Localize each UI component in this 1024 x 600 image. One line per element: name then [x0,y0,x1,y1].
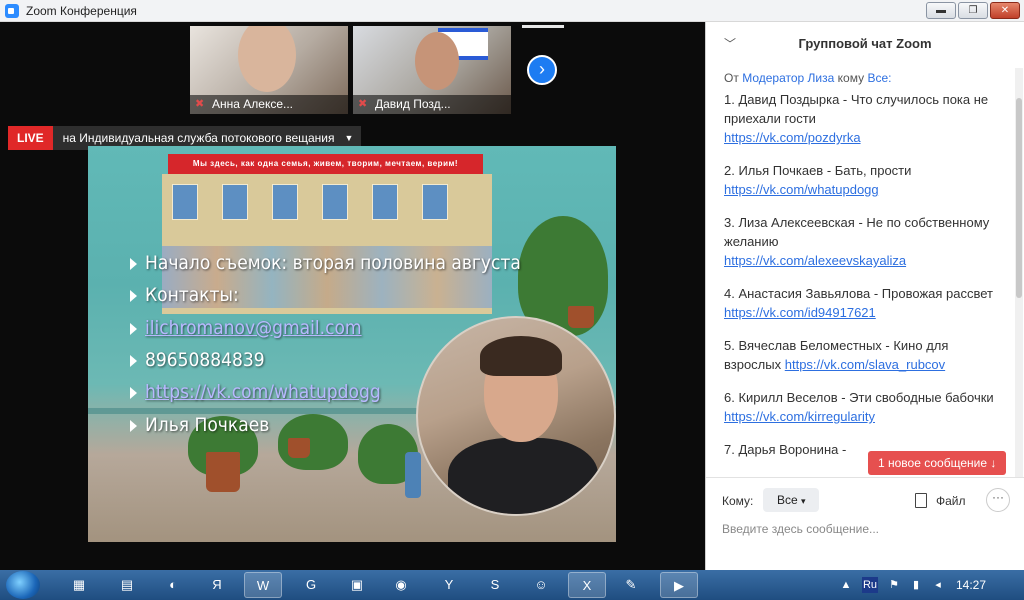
clock[interactable]: 14:27 [956,578,986,592]
start-button[interactable] [6,571,40,599]
participant-name: Анна Алексе... [212,97,294,111]
mic-muted-icon: ✖ [195,98,205,110]
participant-namebar: ✖ Давид Позд... [353,95,511,114]
file-button[interactable]: Файл [936,494,966,508]
stream-banner: Мы здесь, как одна семья, живем, творим,… [168,154,483,174]
list-item: 4. Анастасия Завьялова - Провожая рассве… [724,286,993,320]
minimize-button[interactable]: ▬ [926,2,956,19]
chat-panel: ﹀ Групповой чат Zoom От Модератор Лиза к… [705,22,1024,570]
stream-text-line: Илья Почкаев [130,414,269,436]
windows-taskbar: ▦ ▤ ◐ Я W G ▣ ◉ Y S ☺ X ✎ ▶ ▲ Ru ⚑ ▮ ◂ 1… [0,570,1024,600]
zoom-app-icon [5,4,19,18]
flag-icon[interactable]: ⚑ [886,577,902,593]
message-link[interactable]: https://vk.com/id94917621 [724,305,876,320]
mic-muted-icon: ✖ [358,98,368,110]
message-link[interactable]: https://vk.com/kirregularity [724,409,875,424]
chevron-down-icon: ▾ [801,496,806,506]
video-area: ✖ Анна Алексе... ✖ Давид Позд... › LIVE … [0,22,705,570]
chat-title: Групповой чат Zoom [798,36,932,51]
excel-icon[interactable]: X [568,572,606,598]
chat-composer: Кому: Все ▾ Файл ··· Введите здесь сообщ… [706,477,1024,571]
participant-thumbnail[interactable]: ✖ Давид Позд... [353,26,511,114]
sender-name[interactable]: Модератор Лиза [742,71,834,85]
next-page-arrow-icon[interactable]: › [527,55,557,85]
chrome-icon[interactable]: ◉ [382,572,420,598]
save-icon[interactable]: ▣ [338,572,376,598]
shared-video-stream: Мы здесь, как одна семья, живем, творим,… [88,146,616,542]
chat-messages: От Модератор Лиза кому Все: 1. Давид Поз… [724,69,1000,469]
speaker-portrait [416,316,616,516]
message-link[interactable]: https://vk.com/slava_rubcov [785,357,945,372]
maximize-button[interactable]: ❐ [958,2,988,19]
gallery-indicator [522,25,564,28]
scrollbar-thumb[interactable] [1016,98,1022,298]
stream-text-line: https://vk.com/whatupdogg [130,381,381,403]
skype-icon[interactable]: S [476,572,514,598]
app-icon[interactable]: ☺ [522,572,560,598]
zoom-taskbar-icon[interactable]: ▶ [660,572,698,598]
message-link[interactable]: https://vk.com/pozdyrka [724,130,861,145]
stream-text-line: Контакты: [130,284,239,306]
word-icon[interactable]: W [244,572,282,598]
paint-icon[interactable]: ✎ [612,572,650,598]
list-item: 6. Кирилл Веселов - Эти свободные бабочк… [724,390,994,424]
participant-thumbnail[interactable]: ✖ Анна Алексе... [190,26,348,114]
live-badge: LIVE [8,126,53,150]
recipient-name: Все: [867,71,892,85]
to-label: Кому: [722,494,754,508]
message-link[interactable]: https://vk.com/alexeevskayaliza [724,253,906,268]
g-app-icon[interactable]: G [292,572,330,598]
explorer-icon[interactable]: ▦ [60,572,98,598]
folder-icon[interactable]: ▤ [108,572,146,598]
window-title: Zoom Конференция [26,4,137,18]
chat-scrollbar[interactable] [1015,68,1023,478]
list-item: 3. Лиза Алексеевская - Не по собственном… [724,215,990,268]
participant-video [415,32,459,90]
volume-icon[interactable]: ◂ [930,577,946,593]
close-button[interactable]: ✕ [990,2,1020,19]
new-message-button[interactable]: 1 новое сообщение ↓ [868,451,1007,475]
message-sender-line: От Модератор Лиза кому Все: [724,71,892,85]
more-options-icon[interactable]: ··· [986,488,1010,512]
yandex-icon[interactable]: Я [198,572,236,598]
file-icon[interactable] [915,493,927,508]
participant-video [238,26,296,92]
battery-icon[interactable]: ▮ [908,577,924,593]
stream-text-line: ilichromanov@gmail.com [130,317,362,339]
show-hidden-icons[interactable]: ▲ [838,577,854,593]
language-indicator[interactable]: Ru [862,577,878,593]
stream-text-line: 89650884839 [130,349,265,371]
participant-name: Давид Позд... [375,97,451,111]
list-item: 5. Вячеслав Беломестных - Кино для взрос… [724,338,949,372]
chat-header: ﹀ Групповой чат Zoom [706,22,1024,66]
media-player-icon[interactable]: ◐ [154,572,192,598]
window-title-bar: Zoom Конференция ▬ ❐ ✕ [0,0,1024,22]
stream-text-line: Начало съемок: вторая половина августа [130,252,521,274]
water-bottle [405,452,421,498]
message-link[interactable]: https://vk.com/whatupdogg [724,182,879,197]
yandex-browser-icon[interactable]: Y [430,572,468,598]
message-input[interactable]: Введите здесь сообщение... [722,522,879,536]
participant-namebar: ✖ Анна Алексе... [190,95,348,114]
list-item: 2. Илья Почкаев - Бать, прости https://vk… [724,163,912,197]
list-item: 1. Давид Поздырка - Что случилось пока н… [724,92,989,145]
recipient-dropdown[interactable]: Все ▾ [763,488,819,512]
